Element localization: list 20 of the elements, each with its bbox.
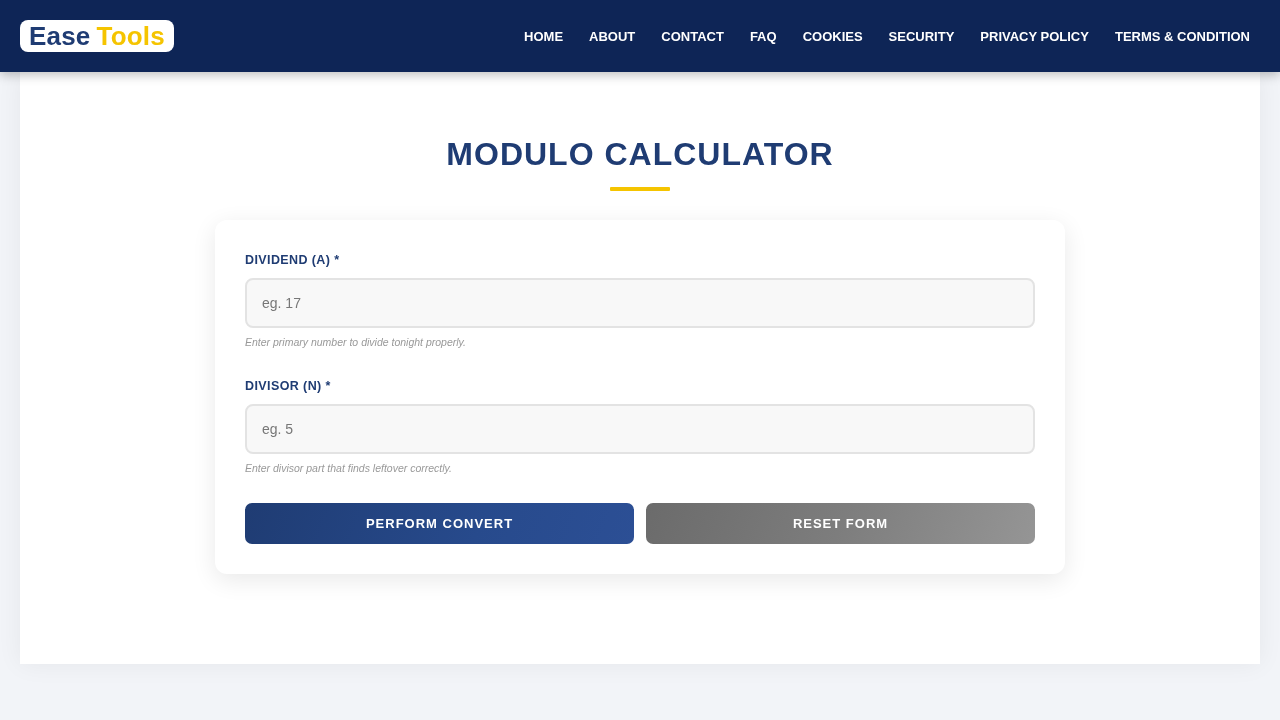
page-title: MODULO CALCULATOR: [445, 135, 835, 174]
field-hint: Enter divisor part that finds leftover correctly.: [245, 461, 453, 476]
field-label: DIVISOR (N) *: [245, 378, 332, 395]
reset-button[interactable]: RESET FORM: [646, 503, 1035, 544]
field-hint: Enter primary number to divide tonight properly.: [245, 335, 467, 350]
nav-link[interactable]: SECURITY: [888, 28, 955, 44]
input-field[interactable]: eg. 5: [245, 404, 1035, 454]
nav-link[interactable]: ABOUT: [589, 28, 636, 44]
nav-link[interactable]: FAQ: [749, 28, 777, 44]
logo-word: Tools: [96, 21, 165, 51]
convert-button[interactable]: PERFORM CONVERT: [245, 503, 634, 544]
input-field[interactable]: eg. 17: [245, 278, 1035, 328]
nav-link[interactable]: CONTACT: [661, 28, 724, 44]
field-label: DIVIDEND (A) *: [245, 252, 341, 269]
nav-link[interactable]: COOKIES: [802, 28, 863, 44]
logo-badge[interactable]: Ease Tools: [20, 20, 174, 52]
nav-link[interactable]: PRIVACY POLICY: [980, 28, 1089, 44]
logo-word: Ease: [29, 21, 91, 51]
nav-link[interactable]: HOME: [524, 28, 564, 44]
nav-link[interactable]: TERMS & CONDITION: [1114, 28, 1250, 44]
